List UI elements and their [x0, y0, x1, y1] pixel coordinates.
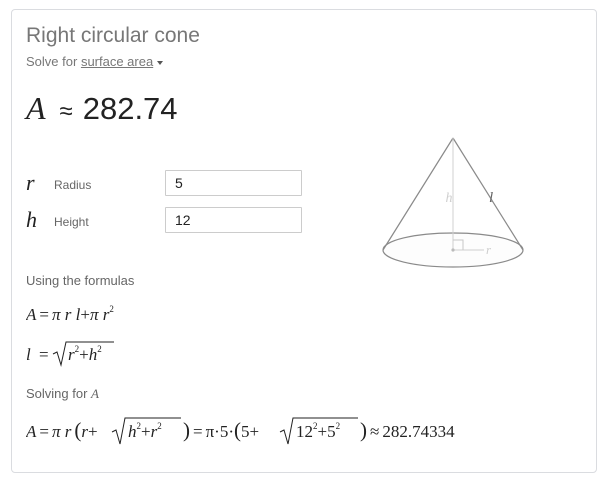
- solving-var: A: [91, 386, 99, 401]
- radius-input[interactable]: [165, 170, 302, 196]
- s-plus4: +: [318, 422, 328, 441]
- result-display: A ≈282.74: [26, 90, 178, 127]
- solution-radicand-2: 122+52: [296, 421, 340, 441]
- f2-b: h: [89, 345, 98, 364]
- calculator-card: Right circular cone Solve for surface ar…: [11, 9, 597, 473]
- s-approx: ≈: [370, 422, 379, 441]
- f2-lhs: l: [26, 345, 31, 364]
- f2-b-exp: 2: [97, 344, 102, 354]
- s-rparen1: ): [183, 418, 190, 442]
- solving-label: Solving for: [26, 386, 88, 401]
- f1-exp: 2: [109, 304, 114, 314]
- s-rparen2: ): [360, 418, 367, 442]
- solve-for-label: Solve for: [26, 54, 78, 69]
- approx-sign: ≈: [59, 98, 73, 125]
- s-value: 282.74334: [382, 422, 455, 441]
- s-plus3: +: [250, 422, 260, 441]
- f1-plus: +: [80, 305, 90, 324]
- height-diagram-label: h: [446, 191, 453, 206]
- solution-part-c: ) ≈282.74334: [360, 418, 455, 442]
- s-r2-exp: 2: [157, 421, 162, 431]
- svg-text:A=π r l+π r2: A = π r l+π r2: [26, 304, 114, 324]
- solve-for-selected[interactable]: surface area: [81, 54, 153, 69]
- radius-row: r Radius: [26, 170, 316, 198]
- f1-lhs: A: [26, 305, 37, 324]
- result-symbol: A: [26, 90, 46, 126]
- height-label: Height: [54, 215, 89, 229]
- solution-part-b: ) = π·5·(5+: [183, 418, 259, 442]
- caret-down-icon[interactable]: [157, 60, 164, 65]
- s-lhs: A: [26, 422, 37, 441]
- radius-symbol: r: [26, 170, 35, 195]
- height-row: h Height: [26, 207, 316, 235]
- solve-for-dropdown[interactable]: surface area: [81, 54, 164, 69]
- s-h: h: [128, 422, 137, 441]
- s-pi5: π·5·: [206, 422, 234, 441]
- solution-part-a: A = π r (r+: [26, 418, 98, 442]
- s-lparen2: (: [234, 418, 241, 442]
- s-plus2: +: [141, 422, 151, 441]
- cone-diagram: h l r: [382, 137, 524, 268]
- s-plus1: +: [88, 422, 98, 441]
- solution-radicand-1: h2+r2: [128, 421, 162, 441]
- solving-heading: Solving for A: [26, 386, 99, 402]
- card-title: Right circular cone: [26, 24, 200, 47]
- f2-plus: +: [79, 345, 89, 364]
- s-five: 5: [241, 422, 250, 441]
- height-symbol: h: [26, 207, 37, 232]
- s-five2: 5: [327, 422, 336, 441]
- s-twelve: 12: [296, 422, 313, 441]
- slant-diagram-label: l: [489, 190, 493, 206]
- radius-label: Radius: [54, 178, 92, 192]
- formulas-heading: Using the formulas: [26, 273, 135, 288]
- s-pi-r: π r: [52, 422, 72, 441]
- s-eq1: =: [39, 422, 49, 441]
- f2-eq: =: [39, 345, 49, 364]
- f1-eq: =: [39, 305, 49, 324]
- formula-solution: A = π r (r+ h2+r2 ) = π·5·(5+ 122+52 ) ≈282.74…: [26, 417, 455, 445]
- f2-radicand: r2+h2: [68, 344, 102, 364]
- s-lparen1: (: [74, 418, 81, 442]
- s-eq2: =: [193, 422, 203, 441]
- result-value: 282.74: [82, 91, 178, 126]
- height-input[interactable]: [165, 207, 302, 233]
- formula-surface-area: A = π r l+π r2: [26, 304, 114, 324]
- f1-term1: π r l: [52, 305, 81, 324]
- formula-slant: l = r2+h2: [26, 341, 114, 367]
- solve-for-row: Solve for surface area: [26, 54, 164, 69]
- f1-term2: π r: [90, 305, 110, 324]
- base-center-dot: [451, 248, 455, 252]
- s-five2-exp: 2: [336, 421, 341, 431]
